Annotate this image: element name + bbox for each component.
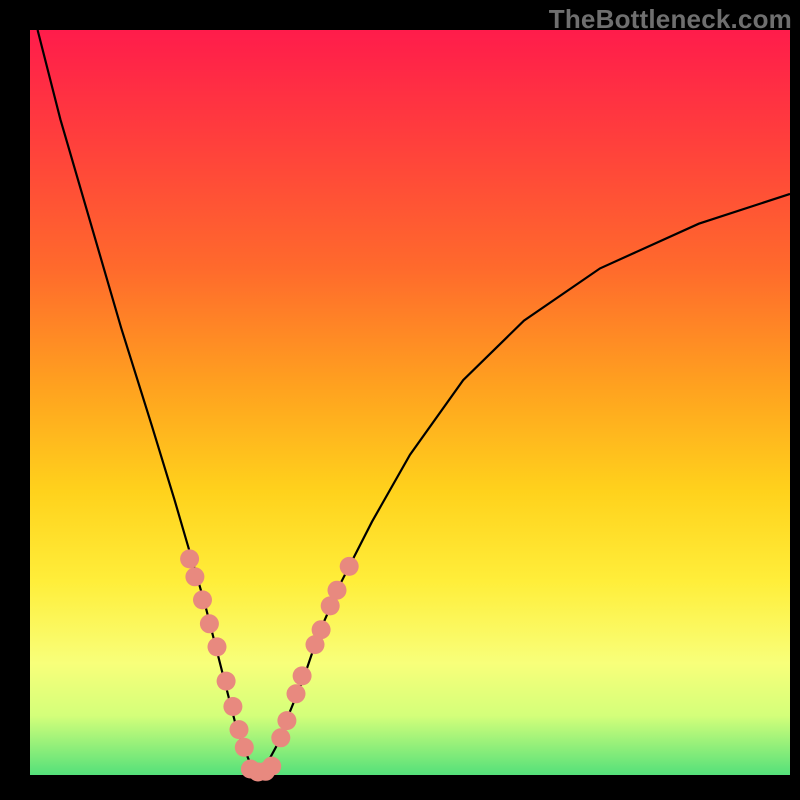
chart-frame: TheBottleneck.com (0, 0, 800, 800)
watermark-label: TheBottleneck.com (549, 4, 792, 35)
plot-area (30, 30, 790, 775)
